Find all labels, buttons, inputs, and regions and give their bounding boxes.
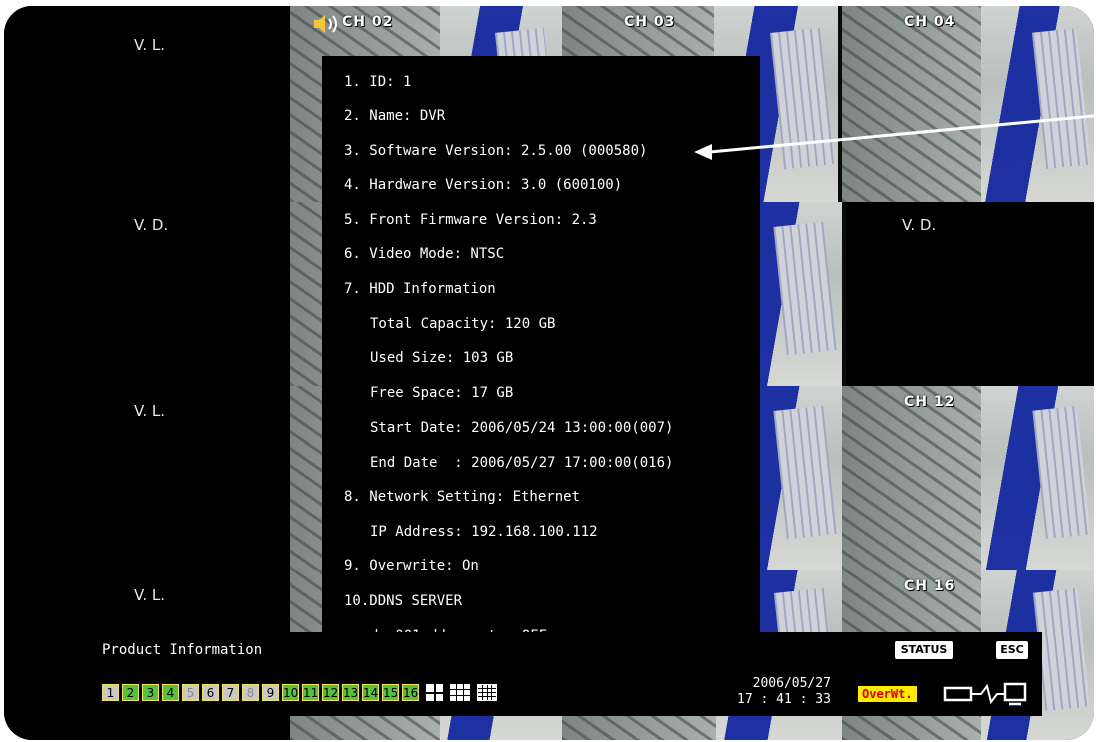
info-front-firmware: 5. Front Firmware Version: 2.3 (344, 212, 597, 228)
info-ip-address: IP Address: 192.168.100.112 (370, 524, 598, 540)
video-loss-label: V. D. (902, 216, 937, 234)
screen-title: Product Information (102, 642, 263, 658)
status-button[interactable]: STATUS (895, 641, 953, 659)
info-hardware-version: 4. Hardware Version: 3.0 (600100) (344, 177, 623, 193)
info-network-setting: 8. Network Setting: Ethernet (344, 489, 581, 505)
channel-button-13[interactable]: 13 (342, 684, 359, 701)
channel-button-9[interactable]: 9 (262, 684, 279, 701)
quad-split-icon[interactable] (426, 684, 443, 701)
channel-button-3[interactable]: 3 (142, 684, 159, 701)
info-name: 2. Name: DVR (344, 108, 446, 124)
overwrite-badge: OverWt. (858, 686, 917, 702)
info-ddns-header: 10.DDNS SERVER (344, 593, 463, 609)
camera-cell-9[interactable]: V. L. (4, 386, 290, 570)
video-loss-label: V. L. (134, 36, 165, 54)
channel-button-row: 1 2 3 4 5 6 7 8 9 10 11 12 13 14 15 16 (102, 684, 497, 701)
camera-cell-5[interactable]: V. D. (4, 202, 290, 386)
channel-label: CH 12 (904, 394, 956, 410)
status-bar: Product Information STATUS ESC 1 2 3 4 5… (92, 632, 1042, 716)
info-software-version: 3. Software Version: 2.5.00 (000580) (344, 143, 648, 159)
info-total-capacity: Total Capacity: 120 GB (370, 316, 556, 332)
channel-button-16[interactable]: 16 (402, 684, 419, 701)
channel-button-15[interactable]: 15 (382, 684, 399, 701)
channel-button-1[interactable]: 1 (102, 684, 119, 701)
channel-button-5[interactable]: 5 (182, 684, 199, 701)
speaker-icon (314, 15, 337, 33)
channel-button-6[interactable]: 6 (202, 684, 219, 701)
date-text: 2006/05/27 (752, 676, 831, 691)
info-free-space: Free Space: 17 GB (370, 385, 514, 401)
video-loss-label: V. D. (134, 216, 169, 234)
network-icon (943, 682, 1027, 706)
info-used-size: Used Size: 103 GB (370, 350, 514, 366)
date-time: 2006/05/27 17 : 41 : 33 (737, 676, 831, 708)
info-video-mode: 6. Video Mode: NTSC (344, 246, 505, 262)
channel-label: CH 02 (342, 14, 394, 30)
channel-label: CH 04 (904, 14, 956, 30)
channel-button-10[interactable]: 10 (282, 684, 299, 701)
video-loss-label: V. L. (134, 402, 165, 420)
camera-cell-1[interactable]: V. L. (4, 6, 290, 202)
channel-label: CH 03 (624, 14, 676, 30)
channel-button-7[interactable]: 7 (222, 684, 239, 701)
info-hdd-header: 7. HDD Information (344, 281, 496, 297)
info-end-date: End Date : 2006/05/27 17:00:00(016) (370, 455, 674, 471)
channel-button-11[interactable]: 11 (302, 684, 319, 701)
video-loss-label: V. L. (134, 586, 165, 604)
channel-button-12[interactable]: 12 (322, 684, 339, 701)
camera-cell-12[interactable]: CH 12 (842, 386, 1094, 570)
info-overwrite: 9. Overwrite: On (344, 558, 479, 574)
sixteen-split-icon[interactable] (477, 684, 497, 701)
camera-cell-8[interactable]: V. D. (846, 202, 1094, 386)
info-id: 1. ID: 1 (344, 74, 412, 90)
channel-button-8[interactable]: 8 (242, 684, 259, 701)
channel-button-2[interactable]: 2 (122, 684, 139, 701)
channel-button-4[interactable]: 4 (162, 684, 179, 701)
channel-label: CH 16 (904, 578, 956, 594)
esc-button[interactable]: ESC (996, 641, 1028, 659)
callout-arrow-icon (694, 114, 1096, 160)
info-start-date: Start Date: 2006/05/24 13:00:00(007) (370, 420, 674, 436)
channel-button-14[interactable]: 14 (362, 684, 379, 701)
nine-split-icon[interactable] (450, 684, 470, 701)
time-text: 17 : 41 : 33 (737, 692, 831, 707)
